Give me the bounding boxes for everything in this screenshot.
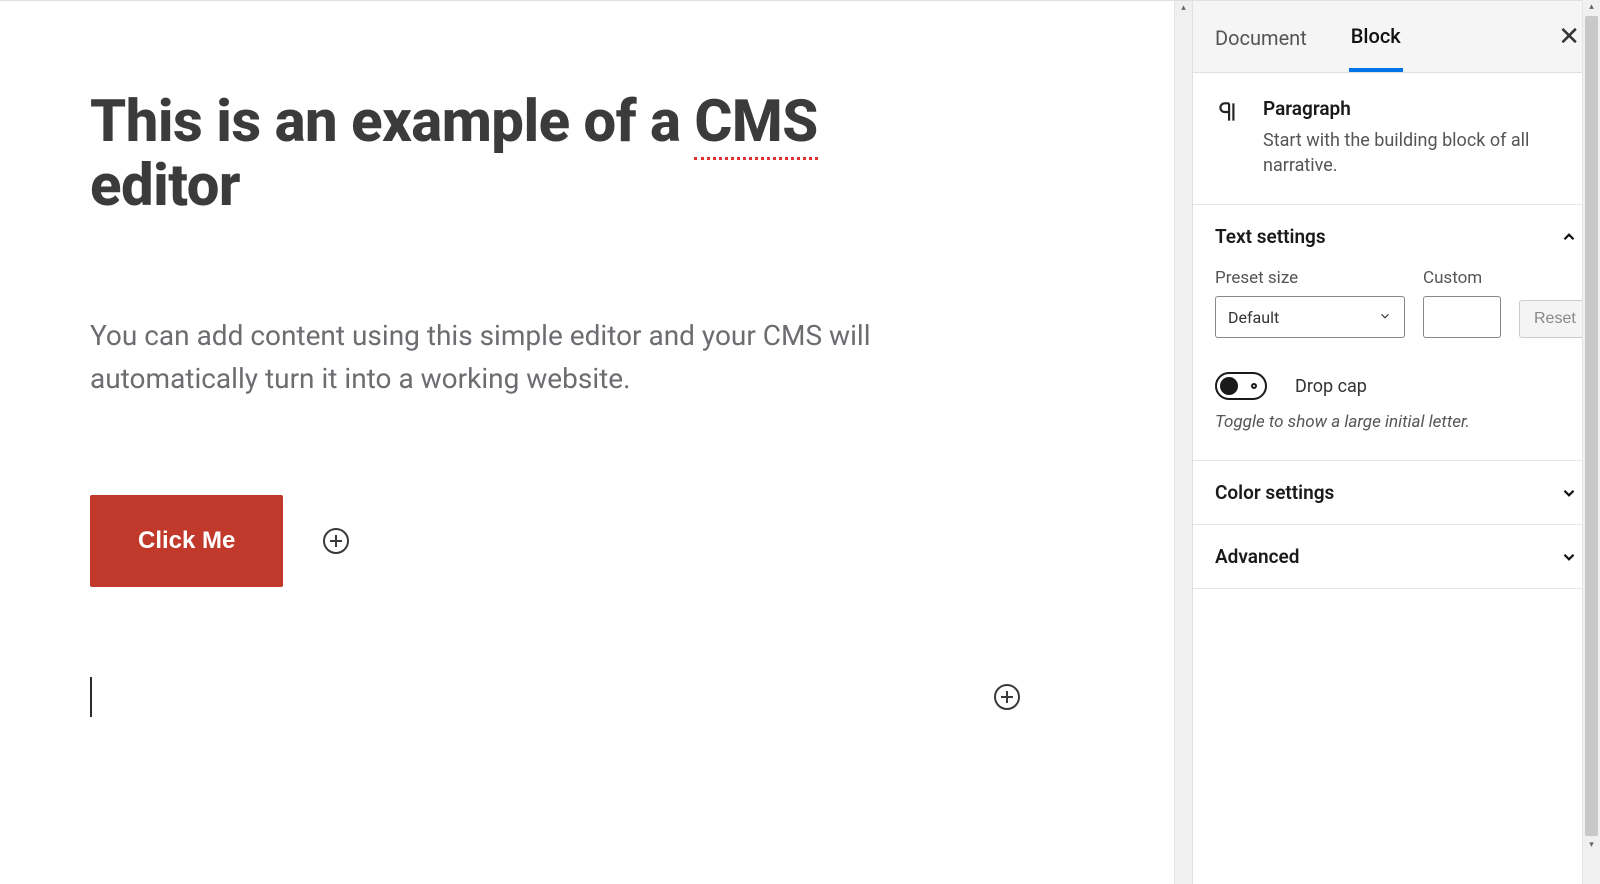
- add-block-inline-icon[interactable]: [323, 528, 349, 554]
- chevron-down-icon: [1560, 484, 1578, 502]
- panel-advanced: Advanced: [1193, 525, 1600, 589]
- scroll-up-icon[interactable]: ▴: [1583, 0, 1600, 14]
- post-title-text-pre: This is an example of a: [90, 88, 694, 156]
- sidebar-tabs: Document Block ✕: [1193, 1, 1600, 73]
- post-title-text-post: editor: [90, 152, 240, 220]
- scroll-down-icon[interactable]: ▾: [1583, 838, 1600, 852]
- tab-block[interactable]: Block: [1349, 2, 1403, 72]
- button-block-row: Click Me: [90, 495, 970, 587]
- paragraph-icon: [1215, 97, 1241, 178]
- panel-text-settings: Text settings Preset size Default Cust: [1193, 205, 1600, 461]
- panel-advanced-title: Advanced: [1215, 545, 1299, 568]
- chevron-down-icon: [1560, 548, 1578, 566]
- custom-size-label: Custom: [1423, 268, 1501, 288]
- reset-size-button[interactable]: Reset: [1519, 300, 1591, 338]
- chevron-down-icon: [1378, 308, 1392, 327]
- panel-color-settings-toggle[interactable]: Color settings: [1193, 461, 1600, 524]
- block-type-header: Paragraph Start with the building block …: [1193, 73, 1600, 205]
- post-paragraph[interactable]: You can add content using this simple ed…: [90, 314, 970, 401]
- chevron-up-icon: [1560, 228, 1578, 246]
- editor-canvas[interactable]: This is an example of a CMS editor You c…: [0, 0, 1192, 884]
- panel-advanced-toggle[interactable]: Advanced: [1193, 525, 1600, 588]
- text-caret: [90, 677, 92, 717]
- dropcap-label: Drop cap: [1295, 376, 1367, 397]
- preset-size-label: Preset size: [1215, 268, 1405, 288]
- block-type-description: Start with the building block of all nar…: [1263, 128, 1578, 178]
- post-title-spellcheck-word[interactable]: CMS: [694, 88, 817, 160]
- tab-document[interactable]: Document: [1213, 4, 1309, 70]
- panel-text-settings-toggle[interactable]: Text settings: [1193, 205, 1600, 268]
- post-title[interactable]: This is an example of a CMS editor: [90, 91, 970, 219]
- dropcap-help-text: Toggle to show a large initial letter.: [1215, 412, 1578, 432]
- content-button[interactable]: Click Me: [90, 495, 283, 587]
- toggle-knob: [1220, 377, 1238, 395]
- preset-size-value: Default: [1228, 308, 1279, 327]
- window-scrollbar[interactable]: ▴ ▾: [1582, 0, 1600, 884]
- block-type-name: Paragraph: [1263, 97, 1578, 120]
- scrollbar-thumb[interactable]: [1585, 16, 1598, 836]
- panel-color-settings: Color settings: [1193, 461, 1600, 525]
- close-sidebar-icon[interactable]: ✕: [1558, 22, 1580, 52]
- panel-text-settings-title: Text settings: [1215, 225, 1326, 248]
- scroll-up-icon[interactable]: ▴: [1175, 1, 1192, 15]
- canvas-scrollbar[interactable]: ▴: [1174, 1, 1192, 884]
- preset-size-select[interactable]: Default: [1215, 296, 1405, 338]
- panel-color-settings-title: Color settings: [1215, 481, 1334, 504]
- dropcap-toggle[interactable]: [1215, 372, 1267, 400]
- add-block-trailing-icon[interactable]: [994, 684, 1020, 710]
- toggle-off-indicator: [1251, 383, 1257, 389]
- custom-size-input[interactable]: [1423, 296, 1501, 338]
- settings-sidebar: Document Block ✕ Paragraph Start with th…: [1192, 0, 1600, 884]
- empty-block-row[interactable]: [90, 677, 1020, 717]
